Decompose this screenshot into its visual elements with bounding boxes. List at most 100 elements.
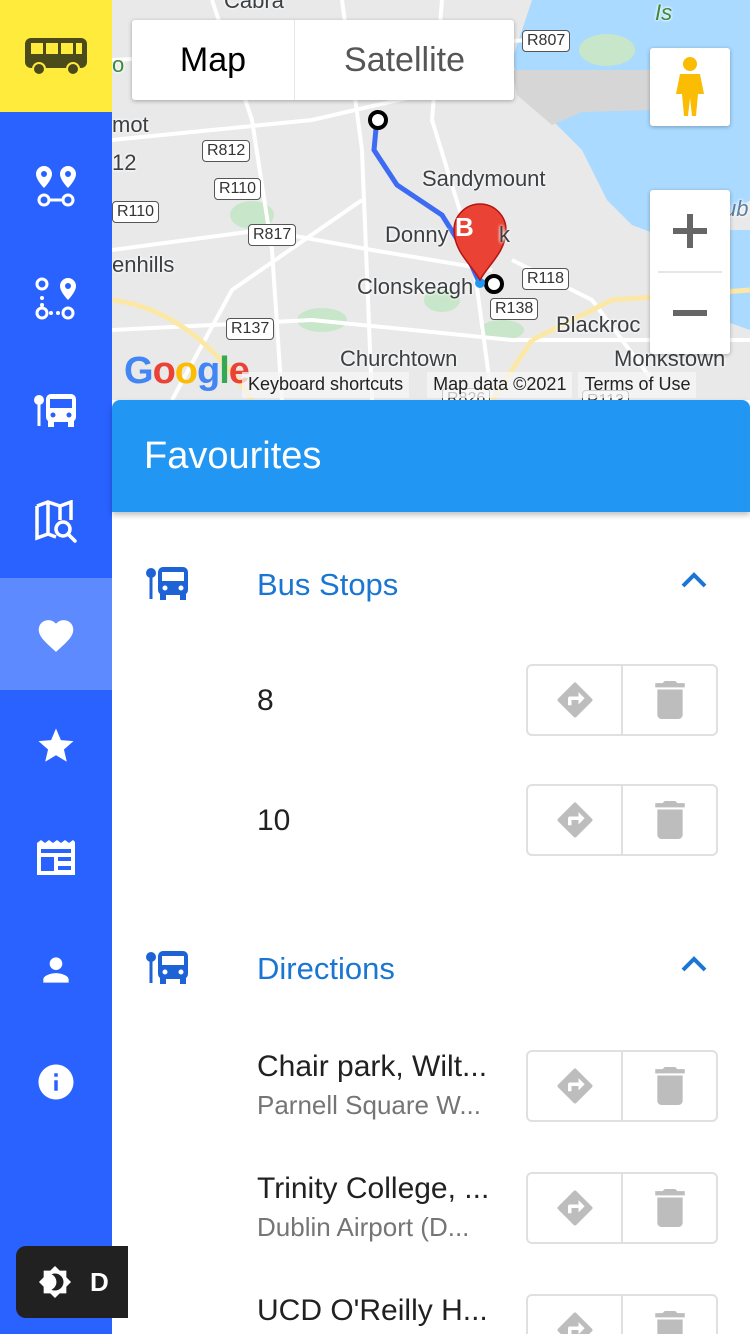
- app-logo[interactable]: [0, 0, 112, 112]
- sidebar-item-map-search[interactable]: [0, 466, 112, 578]
- road-r118: R118: [522, 268, 570, 290]
- item-actions: [526, 1294, 718, 1334]
- info-icon: [38, 1064, 74, 1100]
- brightness-icon: [38, 1265, 72, 1299]
- bus-stop-icon: [146, 567, 188, 600]
- zoom-control: [650, 190, 730, 354]
- bus-stop-icon: [34, 394, 76, 427]
- map-search-icon: [35, 500, 77, 543]
- sidebar: [0, 0, 112, 1334]
- directions-button[interactable]: [528, 1174, 621, 1242]
- map-data-label: Map data ©2021: [427, 372, 573, 398]
- directions-icon: [557, 1068, 593, 1104]
- directions-button[interactable]: [528, 1052, 621, 1120]
- list-item: UCD O'Reilly H...: [112, 1270, 750, 1334]
- section-bus-stops-header[interactable]: Bus Stops: [112, 545, 750, 625]
- bus-stop-number: 10: [257, 804, 291, 837]
- directions-icon: [557, 802, 593, 838]
- map-label-partial-o: o: [112, 52, 125, 77]
- map-label-blackrock: Blackroc: [556, 312, 641, 337]
- page-title: Favourites: [144, 434, 322, 477]
- map-type-map-button[interactable]: Map: [132, 20, 294, 100]
- star-icon: [38, 728, 74, 762]
- sidebar-item-route-planner[interactable]: [0, 130, 112, 242]
- direction-from: Trinity College, ...: [257, 1172, 490, 1205]
- destination-marker-label: B: [455, 212, 474, 242]
- sidebar-item-info[interactable]: [0, 1026, 112, 1138]
- map-view[interactable]: B Cabra Is mot 12 o Sandymount Donny k C…: [112, 0, 750, 400]
- chevron-up-icon[interactable]: [680, 571, 708, 589]
- route-pins-icon: [36, 166, 76, 207]
- street-view-button[interactable]: [650, 48, 730, 126]
- direction-to: Dublin Airport (D...: [257, 1212, 470, 1242]
- road-r138: R138: [490, 298, 539, 320]
- zoom-separator: [658, 271, 722, 273]
- road-r807: R807: [522, 30, 571, 52]
- direction-to: Parnell Square W...: [257, 1090, 481, 1120]
- directions-icon: [557, 1312, 593, 1334]
- map-label-island: Is: [655, 0, 673, 25]
- map-label-donnybrook-end: k: [499, 222, 510, 247]
- road-r812: R812: [202, 140, 251, 162]
- heart-icon: [38, 620, 74, 652]
- directions-button[interactable]: [528, 666, 621, 734]
- terms-of-use-link[interactable]: Terms of Use: [578, 372, 697, 398]
- road-r110b: R110: [112, 201, 160, 223]
- bus-icon: [25, 38, 87, 76]
- item-actions: [526, 784, 718, 856]
- list-item: Chair park, Wilt... Parnell Square W...: [112, 1026, 750, 1146]
- directions-button[interactable]: [528, 1296, 621, 1334]
- sidebar-item-account[interactable]: [0, 914, 112, 1026]
- road-r110: R110: [214, 178, 262, 200]
- sidebar-item-starred[interactable]: [0, 690, 112, 802]
- pegman-icon: [676, 57, 704, 116]
- map-label-mot: mot: [112, 112, 149, 137]
- route-stops-icon: [35, 277, 76, 320]
- map-label-churchtown: Churchtown: [340, 346, 458, 371]
- person-icon: [43, 957, 69, 983]
- road-r817: R817: [248, 224, 297, 246]
- delete-button[interactable]: [621, 666, 716, 734]
- sidebar-item-journey-stops[interactable]: [0, 242, 112, 354]
- sidebar-item-news[interactable]: [0, 802, 112, 914]
- delete-button[interactable]: [621, 1296, 716, 1334]
- trash-icon: [654, 801, 685, 839]
- bus-stop-number: 8: [257, 684, 274, 717]
- map-type-satellite-button[interactable]: Satellite: [294, 20, 514, 100]
- theme-toggle-button[interactable]: D: [16, 1246, 128, 1318]
- map-label-clonskeagh: Clonskeagh: [357, 274, 474, 299]
- chevron-up-icon[interactable]: [680, 955, 708, 973]
- direction-from: Chair park, Wilt...: [257, 1050, 488, 1083]
- delete-button[interactable]: [621, 1052, 716, 1120]
- keyboard-shortcuts-link[interactable]: Keyboard shortcuts: [242, 372, 410, 398]
- directions-icon: [557, 682, 593, 718]
- sidebar-item-favourites[interactable]: [0, 578, 112, 690]
- map-label-donnybrook: Donny: [385, 222, 449, 247]
- trash-icon: [654, 1067, 685, 1105]
- plus-icon: [673, 214, 707, 248]
- directions-button[interactable]: [528, 786, 621, 854]
- map-label-cabra: Cabra: [224, 0, 284, 13]
- road-r137: R137: [226, 318, 275, 340]
- theme-toggle-label: D: [90, 1266, 109, 1297]
- sidebar-item-bus-stops[interactable]: [0, 354, 112, 466]
- delete-button[interactable]: [621, 1174, 716, 1242]
- trash-icon: [654, 681, 685, 719]
- item-actions: [526, 1050, 718, 1122]
- zoom-in-button[interactable]: [650, 190, 730, 272]
- section-directions-title: Directions: [257, 951, 395, 986]
- map-label-partial-12: 12: [112, 150, 137, 175]
- map-type-control: Map Satellite: [132, 20, 514, 100]
- favourites-header: Favourites: [112, 400, 750, 512]
- section-directions-header[interactable]: Directions: [112, 929, 750, 1009]
- minus-icon: [673, 310, 707, 316]
- item-actions: [526, 1172, 718, 1244]
- map-label-enhills: enhills: [112, 252, 175, 277]
- delete-button[interactable]: [621, 786, 716, 854]
- bus-stop-icon: [146, 951, 188, 984]
- zoom-out-button[interactable]: [650, 272, 730, 354]
- map-label-sandymount: Sandymount: [422, 166, 546, 191]
- list-item: Trinity College, ... Dublin Airport (D..…: [112, 1148, 750, 1268]
- trash-icon: [654, 1189, 685, 1227]
- list-item: 8: [112, 640, 750, 760]
